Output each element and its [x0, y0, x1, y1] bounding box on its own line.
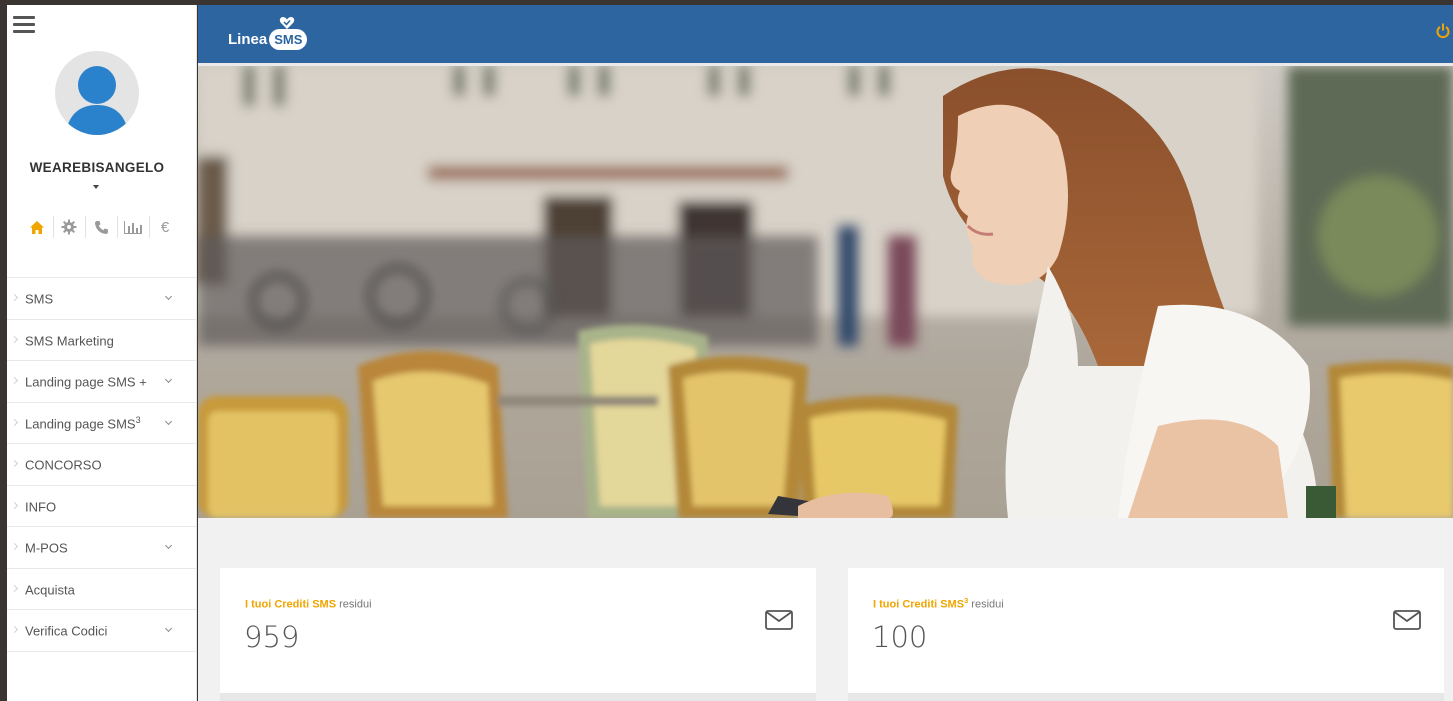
sidebar-item-label: Acquista — [25, 581, 75, 597]
sidebar-item-label: Verifica Codici — [25, 623, 108, 639]
sidebar-item-info[interactable]: INFO — [7, 486, 197, 527]
sidebar-item-label: CONCORSO — [25, 457, 102, 473]
sms-credits-label: I tuoi Crediti SMS residui — [245, 598, 372, 611]
chevron-right-icon — [10, 501, 19, 509]
sidebar-item-label: SMS — [25, 291, 54, 307]
hamburger-menu-icon[interactable] — [13, 16, 35, 34]
sidebar: WEAREBISANGELO € SMS SMS Marketing Landi… — [7, 5, 197, 701]
chevron-down-icon[interactable] — [164, 376, 173, 384]
hero-image — [198, 66, 1453, 518]
sidebar-item-acquista[interactable]: Acquista — [7, 569, 197, 610]
sms-credits-value: 959 — [244, 620, 300, 654]
chevron-right-icon — [10, 543, 19, 551]
sms-credits-card: I tuoi Crediti SMS residui 959 — [220, 568, 816, 701]
sidebar-item-landing-page-sms[interactable]: Landing page SMS + — [7, 361, 197, 403]
sidebar-item-landing-page-sms-3[interactable]: Landing page SMS3 — [7, 403, 197, 444]
top-header: Linea SMS — [198, 5, 1453, 63]
chevron-right-icon — [10, 460, 19, 468]
sidebar-item-verifica-codici[interactable]: Verifica Codici — [7, 610, 197, 652]
phone-icon[interactable] — [85, 210, 117, 244]
chevron-down-icon[interactable] — [164, 625, 173, 633]
username: WEAREBISANGELO — [29, 160, 165, 175]
gear-icon[interactable] — [53, 210, 85, 244]
sidebar-item-m-pos[interactable]: M-POS — [7, 527, 197, 569]
sidebar-item-sms[interactable]: SMS — [7, 278, 197, 320]
sms3-credits-card: I tuoi Crediti SMS3 residui 100 — [848, 568, 1444, 701]
chevron-right-icon — [10, 377, 19, 385]
chevron-right-icon — [10, 584, 19, 592]
chevron-right-icon — [10, 294, 19, 302]
power-icon[interactable] — [1436, 23, 1450, 43]
euro-icon[interactable]: € — [149, 210, 181, 244]
sidebar-menu: SMS SMS Marketing Landing page SMS + Landin… — [7, 277, 197, 652]
sms3-credits-label: I tuoi Crediti SMS3 residui — [873, 596, 1004, 611]
chevron-down-icon[interactable] — [164, 542, 173, 550]
sidebar-item-label: Landing page SMS3 — [25, 414, 141, 431]
logo[interactable]: Linea SMS — [228, 14, 308, 56]
home-icon[interactable] — [21, 210, 53, 244]
user-menu-caret-icon[interactable] — [93, 185, 99, 189]
chart-icon[interactable] — [117, 210, 149, 244]
heart-icon — [279, 16, 295, 29]
sms3-credits-value: 100 — [872, 620, 928, 654]
euro-symbol: € — [160, 218, 170, 236]
avatar[interactable] — [55, 51, 139, 135]
logo-badge: SMS — [269, 28, 308, 50]
sidebar-item-concorso[interactable]: CONCORSO — [7, 444, 197, 486]
envelope-icon — [1393, 610, 1421, 630]
chevron-right-icon — [10, 335, 19, 343]
quick-icons-bar: € — [21, 210, 181, 244]
chevron-right-icon — [10, 418, 19, 426]
chevron-down-icon[interactable] — [164, 293, 173, 301]
sidebar-item-label: INFO — [25, 498, 57, 514]
sidebar-item-label: Landing page SMS + — [25, 374, 147, 390]
dashboard-content: I tuoi Crediti SMS residui 959 I tuoi Cr… — [198, 518, 1453, 701]
sidebar-item-sms-marketing[interactable]: SMS Marketing — [7, 320, 197, 361]
chevron-down-icon[interactable] — [164, 417, 173, 425]
envelope-icon — [765, 610, 793, 630]
chevron-right-icon — [10, 626, 19, 634]
logo-text: Linea — [228, 30, 268, 48]
sidebar-item-label: SMS Marketing — [25, 332, 114, 348]
sidebar-item-label: M-POS — [25, 540, 68, 556]
